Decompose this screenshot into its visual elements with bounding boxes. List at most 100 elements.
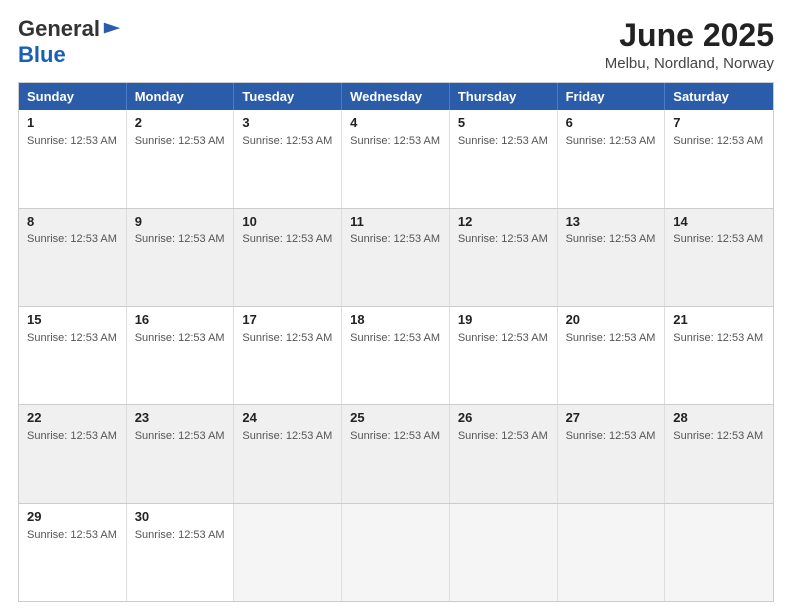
day-number: 2 xyxy=(135,115,226,132)
sunrise-text: Sunrise: 12:53 AM xyxy=(135,331,226,345)
empty-cell xyxy=(450,504,558,601)
calendar-row: 1 Sunrise: 12:53 AM 2 Sunrise: 12:53 AM 3 Sun… xyxy=(19,110,773,207)
day-number: 21 xyxy=(673,312,765,329)
day-cell: 18 Sunrise: 12:53 AM xyxy=(342,307,450,404)
day-number: 18 xyxy=(350,312,441,329)
day-number: 22 xyxy=(27,410,118,427)
day-number: 13 xyxy=(566,214,657,231)
day-cell: 23Sunrise: 12:53 AM xyxy=(127,405,235,502)
day-cell: 16 Sunrise: 12:53 AM xyxy=(127,307,235,404)
day-cell: 19Sunrise: 12:53 AM xyxy=(450,307,558,404)
day-cell: 29 Sunrise: 12:53 AM xyxy=(19,504,127,601)
sunrise-text: Sunrise: 12:53 AM xyxy=(566,331,657,345)
header-thursday: Thursday xyxy=(450,83,558,110)
day-number: 12 xyxy=(458,214,549,231)
sunrise-text: Sunrise: 12:53 AM xyxy=(673,134,765,148)
day-number: 3 xyxy=(242,115,333,132)
sunrise-text: Sunrise: 12:53 AM xyxy=(135,232,226,246)
sunrise-text: Sunrise: 12:53 AM xyxy=(458,134,549,148)
day-cell: 22 Sunrise: 12:53 AM xyxy=(19,405,127,502)
calendar: Sunday Monday Tuesday Wednesday Thursday… xyxy=(18,82,774,602)
day-cell: 8Sunrise: 12:53 AM xyxy=(19,209,127,306)
day-cell: 20 Sunrise: 12:53 AM xyxy=(558,307,666,404)
sunrise-text: Sunrise: 12:53 AM xyxy=(27,232,118,246)
day-cell: 13Sunrise: 12:53 AM xyxy=(558,209,666,306)
day-cell: 7 Sunrise: 12:53 AM xyxy=(665,110,773,207)
day-cell: 15Sunrise: 12:53 AM xyxy=(19,307,127,404)
calendar-header: Sunday Monday Tuesday Wednesday Thursday… xyxy=(19,83,773,110)
day-cell: 1 Sunrise: 12:53 AM xyxy=(19,110,127,207)
sunrise-text: Sunrise: 12:53 AM xyxy=(135,528,226,542)
day-cell: 2 Sunrise: 12:53 AM xyxy=(127,110,235,207)
sunrise-text: Sunrise: 12:53 AM xyxy=(350,331,441,345)
day-number: 20 xyxy=(566,312,657,329)
day-cell: 17Sunrise: 12:53 AM xyxy=(234,307,342,404)
day-number: 4 xyxy=(350,115,441,132)
day-number: 6 xyxy=(566,115,657,132)
day-number: 29 xyxy=(27,509,118,526)
sunrise-text: Sunrise: 12:53 AM xyxy=(350,429,441,443)
header-sunday: Sunday xyxy=(19,83,127,110)
day-number: 23 xyxy=(135,410,226,427)
day-cell: 4Sunrise: 12:53 AM xyxy=(342,110,450,207)
location-text: Melbu, Nordland, Norway xyxy=(605,55,774,72)
sunrise-text: Sunrise: 12:53 AM xyxy=(458,331,549,345)
day-number: 16 xyxy=(135,312,226,329)
day-cell: 30 Sunrise: 12:53 AM xyxy=(127,504,235,601)
day-cell: 14Sunrise: 12:53 AM xyxy=(665,209,773,306)
sunrise-text: Sunrise: 12:53 AM xyxy=(458,429,549,443)
day-cell: 28 Sunrise: 12:53 AM xyxy=(665,405,773,502)
calendar-row: 29 Sunrise: 12:53 AM 30 Sunrise: 12:53 AM xyxy=(19,503,773,601)
day-number: 11 xyxy=(350,214,441,231)
sunrise-text: Sunrise: 12:53 AM xyxy=(673,429,765,443)
month-title: June 2025 xyxy=(605,18,774,53)
sunrise-text: Sunrise: 12:53 AM xyxy=(566,429,657,443)
day-number: 7 xyxy=(673,115,765,132)
header-tuesday: Tuesday xyxy=(234,83,342,110)
day-cell: 25Sunrise: 12:53 AM xyxy=(342,405,450,502)
sunrise-text: Sunrise: 12:53 AM xyxy=(135,134,226,148)
empty-cell xyxy=(665,504,773,601)
page-header: General Blue June 2025 Melbu, Nordland, … xyxy=(18,18,774,72)
sunrise-text: Sunrise: 12:53 AM xyxy=(27,528,118,542)
logo-blue-text: Blue xyxy=(18,42,66,67)
sunrise-text: Sunrise: 12:53 AM xyxy=(566,232,657,246)
day-cell: 9Sunrise: 12:53 AM xyxy=(127,209,235,306)
title-block: June 2025 Melbu, Nordland, Norway xyxy=(605,18,774,72)
sunrise-text: Sunrise: 12:53 AM xyxy=(458,232,549,246)
header-friday: Friday xyxy=(558,83,666,110)
logo-flag-icon xyxy=(102,20,122,38)
sunrise-text: Sunrise: 12:53 AM xyxy=(27,134,118,148)
day-number: 30 xyxy=(135,509,226,526)
empty-cell xyxy=(558,504,666,601)
day-number: 24 xyxy=(242,410,333,427)
day-number: 9 xyxy=(135,214,226,231)
sunrise-text: Sunrise: 12:53 AM xyxy=(242,331,333,345)
day-number: 28 xyxy=(673,410,765,427)
sunrise-text: Sunrise: 12:53 AM xyxy=(27,331,118,345)
sunrise-text: Sunrise: 12:53 AM xyxy=(242,134,333,148)
day-number: 10 xyxy=(242,214,333,231)
day-cell: 21 Sunrise: 12:53 AM xyxy=(665,307,773,404)
day-number: 27 xyxy=(566,410,657,427)
empty-cell xyxy=(234,504,342,601)
sunrise-text: Sunrise: 12:53 AM xyxy=(350,232,441,246)
calendar-body: 1 Sunrise: 12:53 AM 2 Sunrise: 12:53 AM 3 Sun… xyxy=(19,110,773,601)
day-number: 14 xyxy=(673,214,765,231)
day-number: 8 xyxy=(27,214,118,231)
day-cell: 10Sunrise: 12:53 AM xyxy=(234,209,342,306)
day-cell: 27 Sunrise: 12:53 AM xyxy=(558,405,666,502)
sunrise-text: Sunrise: 12:53 AM xyxy=(673,331,765,345)
day-cell: 26Sunrise: 12:53 AM xyxy=(450,405,558,502)
day-number: 1 xyxy=(27,115,118,132)
sunrise-text: Sunrise: 12:53 AM xyxy=(566,134,657,148)
calendar-row: 8Sunrise: 12:53 AM9Sunrise: 12:53 AM10Su… xyxy=(19,208,773,306)
header-saturday: Saturday xyxy=(665,83,773,110)
header-monday: Monday xyxy=(127,83,235,110)
sunrise-text: Sunrise: 12:53 AM xyxy=(27,429,118,443)
calendar-page: General Blue June 2025 Melbu, Nordland, … xyxy=(0,0,792,612)
day-cell: 12Sunrise: 12:53 AM xyxy=(450,209,558,306)
header-wednesday: Wednesday xyxy=(342,83,450,110)
sunrise-text: Sunrise: 12:53 AM xyxy=(673,232,765,246)
day-cell: 11Sunrise: 12:53 AM xyxy=(342,209,450,306)
